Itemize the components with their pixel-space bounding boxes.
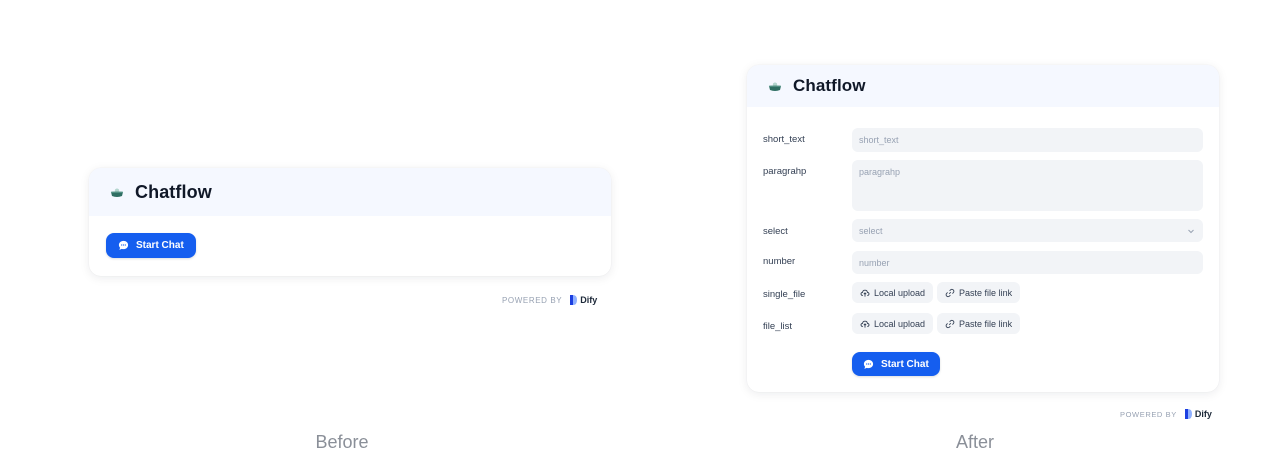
dify-logo-icon	[1184, 409, 1192, 419]
field-label: number	[763, 256, 796, 267]
cake-bowl-icon	[769, 82, 781, 91]
brand-name: Dify	[1194, 409, 1212, 419]
start-chat-label: Start Chat	[881, 358, 929, 370]
local-upload-label: Local upload	[874, 318, 926, 329]
brand-name: Dify	[580, 295, 598, 305]
paste-link-label: Paste file link	[959, 287, 1013, 298]
local-upload-button[interactable]: Local upload	[852, 282, 934, 303]
before-card-header: Chatflow	[89, 168, 611, 216]
input-placeholder: short_text	[859, 135, 899, 145]
form-row-select: select select	[763, 219, 1203, 243]
form-row-short-text: short_text short_text	[763, 128, 1203, 152]
after-caption: After	[955, 432, 994, 452]
link-icon	[945, 319, 955, 328]
field-label: single_file	[763, 289, 806, 300]
dify-logo-icon	[570, 295, 578, 305]
start-chat-button[interactable]: Start Chat	[852, 352, 940, 376]
after-start-chat-wrap: Start Chat	[852, 352, 940, 376]
app-title: Chatflow	[793, 76, 866, 95]
input-placeholder: number	[859, 257, 890, 268]
form-row-file-list: file_list Local upload Paste file link	[763, 313, 1203, 337]
single-file-actions: Local upload Paste file link	[852, 282, 1021, 303]
before-card-body: Start Chat	[89, 216, 611, 258]
field-label: paragrahp	[763, 166, 807, 177]
chat-bubble-icon	[118, 240, 129, 250]
dify-logo[interactable]: Dify	[570, 295, 597, 305]
form-row-single-file: single_file Local upload Paste file link	[763, 282, 1203, 306]
local-upload-label: Local upload	[874, 287, 926, 298]
field-label: file_list	[763, 321, 793, 332]
short-text-input[interactable]: short_text	[852, 128, 1203, 152]
powered-by-text: POWERED BY	[502, 295, 563, 305]
paste-link-label: Paste file link	[959, 318, 1013, 329]
number-input[interactable]: number	[852, 251, 1203, 274]
before-caption: Before	[315, 432, 369, 452]
textarea-placeholder: paragrahp	[859, 167, 901, 177]
link-icon	[945, 288, 955, 297]
after-chat-card: Chatflow short_text short_text paragrahp…	[747, 65, 1219, 392]
after-powered-by: POWERED BY Dify	[1120, 409, 1212, 419]
select-dropdown[interactable]: select	[852, 219, 1203, 242]
before-powered-by: POWERED BY Dify	[502, 295, 597, 305]
file-list-actions: Local upload Paste file link	[852, 313, 1021, 334]
cloud-upload-icon	[860, 320, 870, 328]
cloud-upload-icon	[860, 289, 870, 297]
paste-file-link-button[interactable]: Paste file link	[937, 282, 1021, 303]
dify-logo[interactable]: Dify	[1184, 409, 1212, 419]
field-label: short_text	[763, 134, 805, 145]
paste-file-link-button[interactable]: Paste file link	[937, 313, 1021, 334]
chevron-down-icon	[1188, 229, 1194, 234]
start-chat-button[interactable]: Start Chat	[106, 233, 196, 258]
app-title: Chatflow	[135, 181, 212, 202]
chat-bubble-icon	[863, 359, 874, 369]
form-row-number: number number	[763, 251, 1203, 275]
before-chat-card: Chatflow Start Chat	[89, 168, 611, 276]
start-chat-label: Start Chat	[136, 240, 184, 251]
cake-bowl-icon	[111, 188, 123, 197]
form-row-paragraph: paragrahp paragrahp	[763, 160, 1203, 212]
field-label: select	[763, 226, 788, 237]
local-upload-button[interactable]: Local upload	[852, 313, 934, 334]
after-card-header: Chatflow	[747, 65, 1219, 107]
paragraph-textarea[interactable]: paragrahp	[852, 160, 1203, 211]
powered-by-text: POWERED BY	[1120, 409, 1177, 419]
select-placeholder: select	[859, 225, 883, 236]
